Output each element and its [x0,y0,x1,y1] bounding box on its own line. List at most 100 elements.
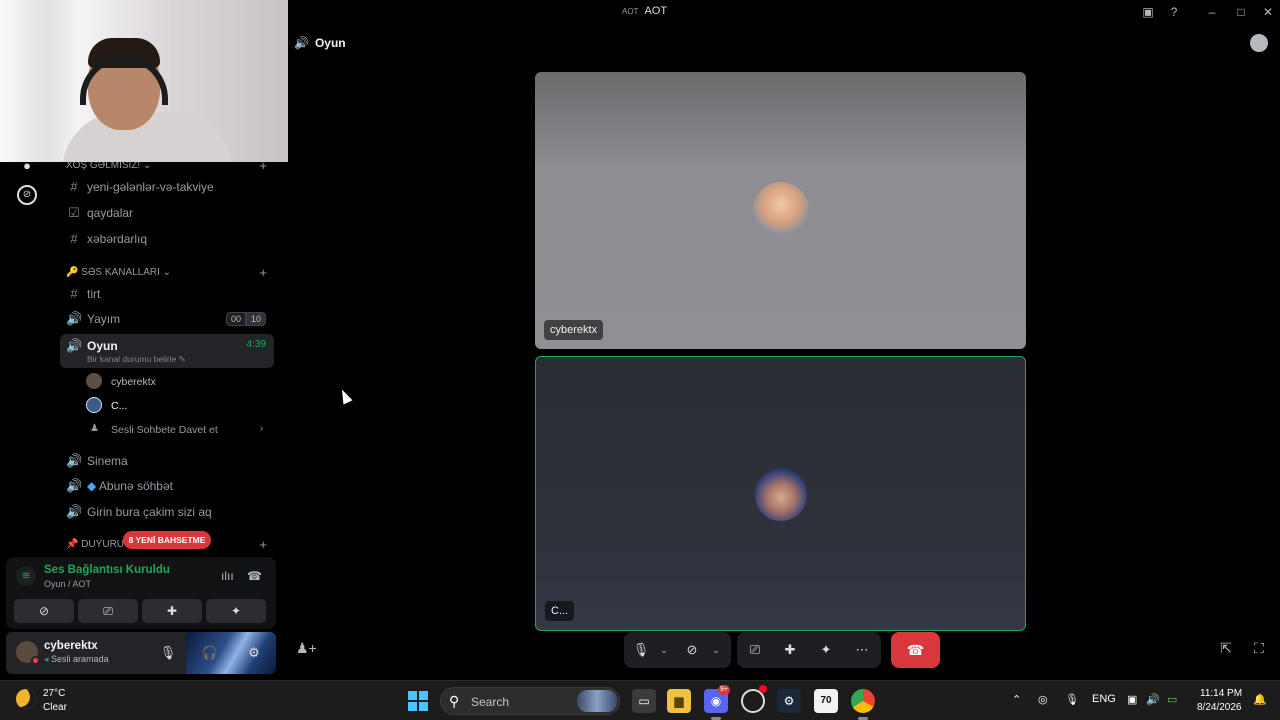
battery-icon[interactable]: ▭ [1167,693,1177,706]
noise-suppression-icon[interactable]: ılıı [221,569,234,583]
participant-name: cyberektx [544,320,604,340]
category-voice[interactable]: 🔑 SƏS KANALLARI ⌄ [66,267,171,278]
camera-off-icon: ⊘ [686,642,698,657]
channel-yeni-gelenler[interactable]: # yeni-gələnlər-və-takviye [60,175,274,199]
minimize-button[interactable]: – [1204,4,1220,20]
inbox-icon[interactable]: ▣ [1140,4,1156,20]
chevron-down-icon[interactable]: ⌄ [659,640,669,660]
add-channel-icon[interactable]: + [259,537,267,552]
avatar [752,182,809,238]
voice-connection-panel: ≋ Ses Bağlantısı Kuruldu Oyun / AOT ılıı… [6,557,276,629]
microphone-icon[interactable]: 🎙 [1065,693,1079,706]
popout-icon[interactable]: ⇱ [1217,640,1235,658]
soundboard-button[interactable]: ✦ [206,599,266,623]
help-icon[interactable]: ? [1166,4,1182,20]
network-icon[interactable]: ▣ [1127,693,1137,706]
connection-location[interactable]: Oyun / AOT [44,579,91,589]
channel-xeberdarliq[interactable]: # xəbərdarlıq [60,227,274,251]
chrome-icon[interactable] [851,689,875,720]
clock-date[interactable]: 8/24/2026 [1197,702,1242,713]
volume-icon[interactable]: 🔊 [1146,693,1160,706]
app-tray-icon[interactable]: ◎ [1038,693,1048,706]
title-bar: AOT AOT ▣ ? – □ ✕ [288,0,1280,24]
camera-toggle-button[interactable]: ⊘ [14,599,74,623]
share-controls: ⎚ ✚ ✦ ⋯ [737,632,881,668]
camera-button[interactable]: ⊘ [682,640,702,660]
screen-share-button[interactable]: ⎚ [745,640,765,660]
activities-icon: ✚ [166,604,178,618]
obs-icon[interactable] [741,685,767,713]
disconnect-button[interactable]: ☎ [891,632,940,668]
category-announce[interactable]: 📌 DUYURU [66,539,124,550]
search-highlight-image [577,690,617,712]
hash-icon: # [70,231,78,246]
weather-temperature[interactable]: 27°C [43,688,65,699]
speaker-icon: 🔊 [66,311,83,326]
diamond-icon: ◆ [87,479,97,493]
disconnect-icon[interactable]: ☎ [247,569,262,583]
task-view-icon[interactable]: ▭ [632,689,656,713]
pencil-icon: ✎ [178,354,186,364]
participant-tile-speaking[interactable]: C... [535,356,1026,631]
file-explorer-icon[interactable]: ▆ [667,689,691,713]
window-title: AOT AOT [622,5,668,17]
maximize-button[interactable]: □ [1233,4,1249,20]
start-button[interactable] [408,691,428,711]
avatar [86,397,102,413]
avatar [752,467,809,523]
user-name: cyberektx [44,640,98,652]
participant-tile[interactable]: cyberektx [535,72,1026,349]
channel-tirt[interactable]: # tirt [60,282,274,306]
channel-qaydalar[interactable]: ☑ qaydalar [60,201,274,225]
microphone-button[interactable]: 🎙 [631,640,651,660]
chat-icon[interactable] [1250,34,1268,52]
more-button[interactable]: ⋯ [852,640,872,660]
soundboard-button[interactable]: ✦ [816,640,836,660]
clock-time[interactable]: 11:14 PM [1200,688,1242,699]
screen-share-button[interactable]: ⎚ [78,599,138,623]
signal-icon[interactable]: ≋ [16,566,36,586]
pin-icon: 📌 [66,539,79,550]
activities-button[interactable]: ✚ [780,640,800,660]
channel-status[interactable]: Bir kanal durumu belirle ✎ [87,354,186,365]
channel-girin-bura[interactable]: 🔊 Girin bura çakim sizi aq [60,500,274,524]
microphone-button[interactable]: 🎙 [158,643,178,663]
channel-sinema[interactable]: 🔊 Sinema [60,449,274,473]
channel-oyun[interactable]: 🔊 Oyun 4:39 Bir kanal durumu belirle ✎ [60,334,274,368]
discover-icon[interactable]: ⊘ [17,185,37,205]
steam-icon[interactable]: ⚙ [777,689,801,713]
weather-condition[interactable]: Clear [43,702,67,713]
taskbar-search[interactable]: ⚲ Search [440,687,620,715]
camera-preview[interactable] [0,0,288,162]
participant-name: C... [545,601,575,621]
chevron-down-icon[interactable]: ⌄ [711,640,721,660]
channel-abune-sohbet[interactable]: 🔊 ◆ Abunə söhbət [60,474,274,498]
speaker-icon: 🔊 [66,338,83,353]
microphone-icon: 🎙 [159,645,177,660]
add-channel-icon[interactable]: + [259,265,267,280]
add-user-icon: ♟ [90,423,99,434]
soundboard-icon: ✦ [820,642,832,657]
app-70-icon[interactable]: 70 [814,689,838,713]
user-panel: cyberektx ◂ Sesli aramada 🎙 🎧 ⚙ [6,632,276,674]
activities-button[interactable]: ✚ [142,599,202,623]
chevron-up-icon[interactable]: ⌃ [1012,693,1021,706]
fullscreen-icon[interactable]: ⛶ [1250,640,1268,658]
discord-app-icon[interactable]: ◉ 9+ [704,685,730,720]
new-mentions-badge[interactable]: 8 YENİ BAHSETME [123,531,211,549]
invite-user-icon[interactable]: ♟+ [296,640,317,658]
headphones-button[interactable]: 🎧 [200,643,220,663]
channel-yayim[interactable]: 🔊 Yayım 00 10 [60,307,274,331]
hangup-icon: ☎ [906,642,925,658]
recording-dot [759,685,767,693]
notification-icon[interactable]: 🔔 [1253,693,1267,706]
camera-background [0,0,80,162]
screen-share-icon: ⎚ [749,642,761,657]
moon-icon[interactable] [16,689,36,709]
close-button[interactable]: ✕ [1260,4,1276,20]
taskbar: 27°C Clear ⚲ Search ▭ ▆ ◉ 9+ ⚙ 70 ⌃ ◎ 🎙 … [0,680,1280,720]
mic-camera-controls: 🎙 ⌄ ⊘ ⌄ [624,632,731,668]
language-indicator[interactable]: ENG [1092,693,1116,705]
settings-button[interactable]: ⚙ [244,643,264,663]
notification-badge: 9+ [718,685,730,695]
